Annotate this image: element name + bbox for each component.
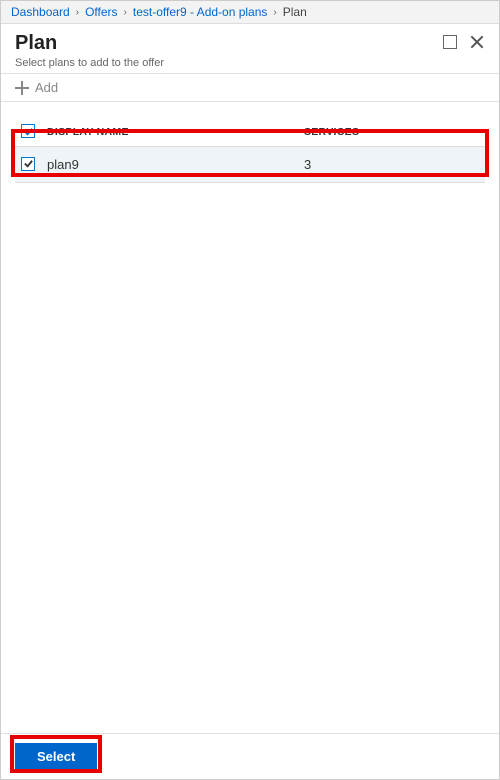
close-icon[interactable] — [469, 34, 485, 50]
maximize-icon[interactable] — [443, 35, 457, 49]
select-button[interactable]: Select — [15, 743, 97, 770]
chevron-right-icon: › — [76, 7, 79, 18]
toolbar: Add — [1, 74, 499, 102]
breadcrumb-item-offers[interactable]: Offers — [85, 5, 117, 19]
blade-header: Plan Select plans to add to the offer — [1, 24, 499, 74]
column-header-display-name[interactable]: DISPLAY NAME — [41, 118, 298, 146]
footer: Select — [1, 733, 499, 779]
column-header-services[interactable]: SERVICES — [298, 118, 485, 146]
chevron-right-icon: › — [124, 7, 127, 18]
chevron-right-icon: › — [273, 7, 276, 18]
check-icon — [23, 158, 34, 169]
page-title: Plan — [15, 32, 164, 55]
add-button[interactable]: Add — [35, 80, 58, 95]
plus-icon — [15, 81, 29, 95]
breadcrumb-item-offer-addon[interactable]: test-offer9 - Add-on plans — [133, 5, 268, 19]
check-icon — [23, 126, 34, 137]
select-all-checkbox[interactable] — [21, 124, 35, 138]
plans-table: DISPLAY NAME SERVICES plan9 3 — [15, 118, 485, 183]
page-subtitle: Select plans to add to the offer — [15, 57, 164, 69]
content-area: DISPLAY NAME SERVICES plan9 3 — [1, 102, 499, 733]
row-display-name: plan9 — [41, 146, 298, 183]
table-row[interactable]: plan9 3 — [15, 146, 485, 183]
breadcrumb-item-dashboard[interactable]: Dashboard — [11, 5, 70, 19]
breadcrumb-item-current: Plan — [283, 5, 307, 19]
breadcrumb: Dashboard › Offers › test-offer9 - Add-o… — [1, 1, 499, 24]
row-services: 3 — [298, 146, 485, 183]
row-checkbox[interactable] — [21, 157, 35, 171]
